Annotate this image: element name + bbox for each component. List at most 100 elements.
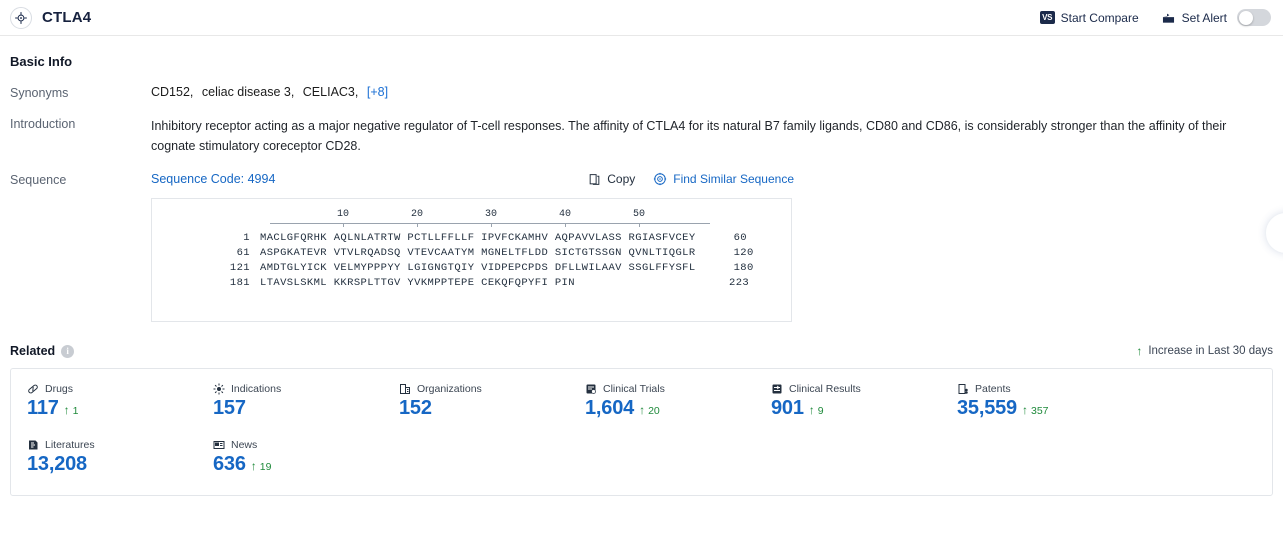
start-compare-button[interactable]: VS Start Compare <box>1039 11 1139 25</box>
card-value: 117 <box>27 397 59 419</box>
card-label: Patents <box>975 383 1011 395</box>
synonyms-row: Synonyms CD152, celiac disease 3, CELIAC… <box>10 85 1273 100</box>
card-delta-value: 9 <box>817 405 824 417</box>
sequence-residues: MACLGFQRHK AQLNLATRTW PCTLLFFLLF IPVFCKA… <box>260 232 696 244</box>
related-cards-grid: Drugs 117 ↑ 1 Indications 157 Organizati… <box>10 368 1273 496</box>
sequence-end-index: 60 <box>733 232 747 244</box>
news-icon <box>213 439 225 451</box>
related-header: Related i ↑ Increase in Last 30 days <box>10 344 1273 358</box>
sequence-line: 61 ASPGKATEVR VTVLRQADSQ VTEVCAATYM MGNE… <box>152 246 791 261</box>
sequence-code-link[interactable]: Sequence Code: 4994 <box>151 172 275 186</box>
arrow-up-icon: ↑ <box>63 403 70 417</box>
sequence-ruler: 10 20 30 40 50 <box>270 209 710 231</box>
sequence-line: 181 LTAVSLSKML KKRSPLTTGV YVKMPPTEPE CEK… <box>152 276 791 291</box>
building-icon <box>399 383 411 395</box>
increase-legend-label: Increase in Last 30 days <box>1148 345 1273 357</box>
introduction-label: Introduction <box>10 117 76 131</box>
target-icon <box>653 172 667 186</box>
card-label: Drugs <box>45 383 74 395</box>
card-value: 152 <box>399 397 432 419</box>
card-value: 1,604 <box>585 397 635 419</box>
copy-sequence-button[interactable]: Copy <box>588 172 635 186</box>
card-delta: ↑ 19 <box>251 459 272 473</box>
sequence-line: 1 MACLGFQRHK AQLNLATRTW PCTLLFFLLF IPVFC… <box>152 231 791 246</box>
card-label: Clinical Trials <box>603 383 665 395</box>
copy-icon <box>588 173 601 186</box>
card-label: News <box>231 439 258 451</box>
clinical-trial-icon <box>585 383 597 395</box>
increase-legend: ↑ Increase in Last 30 days <box>1136 345 1273 357</box>
ruler-tick <box>639 223 640 227</box>
set-alert-control[interactable]: Set Alert <box>1161 9 1271 26</box>
card-value: 901 <box>771 397 804 419</box>
related-card-clinical-results[interactable]: Clinical Results 901 ↑ 9 <box>771 383 957 429</box>
arrow-up-icon: ↑ <box>1021 403 1028 417</box>
top-bar-actions: VS Start Compare Set Alert <box>1039 9 1271 26</box>
sequence-end-index: 180 <box>733 262 754 274</box>
related-card-clinical-trials[interactable]: Clinical Trials 1,604 ↑ 20 <box>585 383 771 429</box>
card-delta-value: 1 <box>72 405 79 417</box>
card-delta: ↑ 357 <box>1022 403 1049 417</box>
page-title: CTLA4 <box>42 9 92 26</box>
synonym-item: CELIAC3, <box>302 85 359 99</box>
card-delta-value: 20 <box>648 405 660 417</box>
card-value: 13,208 <box>27 453 87 475</box>
introduction-row: Introduction Inhibitory receptor acting … <box>10 116 1273 156</box>
card-header: Patents <box>957 383 1143 395</box>
card-value: 157 <box>213 397 246 419</box>
card-value-row: 901 ↑ 9 <box>771 397 957 420</box>
book-icon <box>27 439 39 451</box>
sequence-row: Sequence Sequence Code: 4994 Copy Find S… <box>10 172 1273 322</box>
clinical-result-icon <box>771 383 783 395</box>
introduction-text: Inhibitory receptor acting as a major ne… <box>151 119 1227 153</box>
ruler-tick-label: 40 <box>558 209 572 220</box>
card-value-row: 117 ↑ 1 <box>27 397 213 420</box>
card-header: Literatures <box>27 439 213 451</box>
arrow-up-icon: ↑ <box>808 403 815 417</box>
related-card-patents[interactable]: Patents 35,559 ↑ 357 <box>957 383 1143 429</box>
copy-label: Copy <box>607 172 636 186</box>
card-delta: ↑ 1 <box>64 403 79 417</box>
info-icon[interactable]: i <box>61 344 75 358</box>
ruler-tick <box>417 223 418 227</box>
card-header: Indications <box>213 383 399 395</box>
sequence-value: Sequence Code: 4994 Copy Find Similar Se… <box>151 172 1273 322</box>
find-similar-sequence-button[interactable]: Find Similar Sequence <box>653 172 794 186</box>
card-label: Organizations <box>417 383 482 395</box>
card-delta-value: 19 <box>259 461 272 473</box>
card-value: 636 <box>213 453 246 475</box>
ruler-tick-label: 30 <box>484 209 498 220</box>
ruler-tick-label: 10 <box>336 209 350 220</box>
ruler-line <box>270 223 710 224</box>
card-label: Clinical Results <box>789 383 861 395</box>
patent-icon <box>957 383 969 395</box>
pill-icon <box>27 383 39 395</box>
synonym-item: CD152, <box>151 85 194 99</box>
virus-icon <box>213 383 225 395</box>
basic-info-title: Basic Info <box>10 54 73 69</box>
sequence-end-index: 120 <box>733 247 754 259</box>
sequence-residues: AMDTGLYICK VELMYPPPYY LGIGNGTQIY VIDPEPC… <box>260 262 696 274</box>
toggle-knob <box>1238 10 1253 25</box>
target-icon <box>10 6 32 29</box>
synonyms-label: Synonyms <box>10 86 69 100</box>
related-card-news[interactable]: News 636 ↑ 19 <box>213 439 399 485</box>
sequence-header: Sequence Code: 4994 Copy Find Similar Se… <box>151 172 794 186</box>
sequence-end-index: 223 <box>729 277 750 289</box>
related-card-organizations[interactable]: Organizations 152 <box>399 383 585 429</box>
synonyms-more-link[interactable]: [+8] <box>367 85 388 99</box>
synonyms-value: CD152, celiac disease 3, CELIAC3, [+8] <box>151 85 1273 100</box>
card-value-row: 152 <box>399 397 585 420</box>
sequence-start-index: 181 <box>229 277 250 289</box>
set-alert-toggle[interactable] <box>1237 9 1271 26</box>
card-value-row: 35,559 ↑ 357 <box>957 397 1143 420</box>
synonym-item: celiac disease 3, <box>201 85 295 99</box>
related-card-literatures[interactable]: Literatures 13,208 <box>27 439 213 485</box>
card-delta-value: 357 <box>1030 405 1049 417</box>
assistant-icon <box>1279 226 1283 240</box>
vs-badge-icon: VS <box>1039 11 1055 24</box>
card-value: 35,559 <box>957 397 1017 419</box>
related-card-drugs[interactable]: Drugs 117 ↑ 1 <box>27 383 213 429</box>
brand: CTLA4 <box>10 6 92 29</box>
related-card-indications[interactable]: Indications 157 <box>213 383 399 429</box>
